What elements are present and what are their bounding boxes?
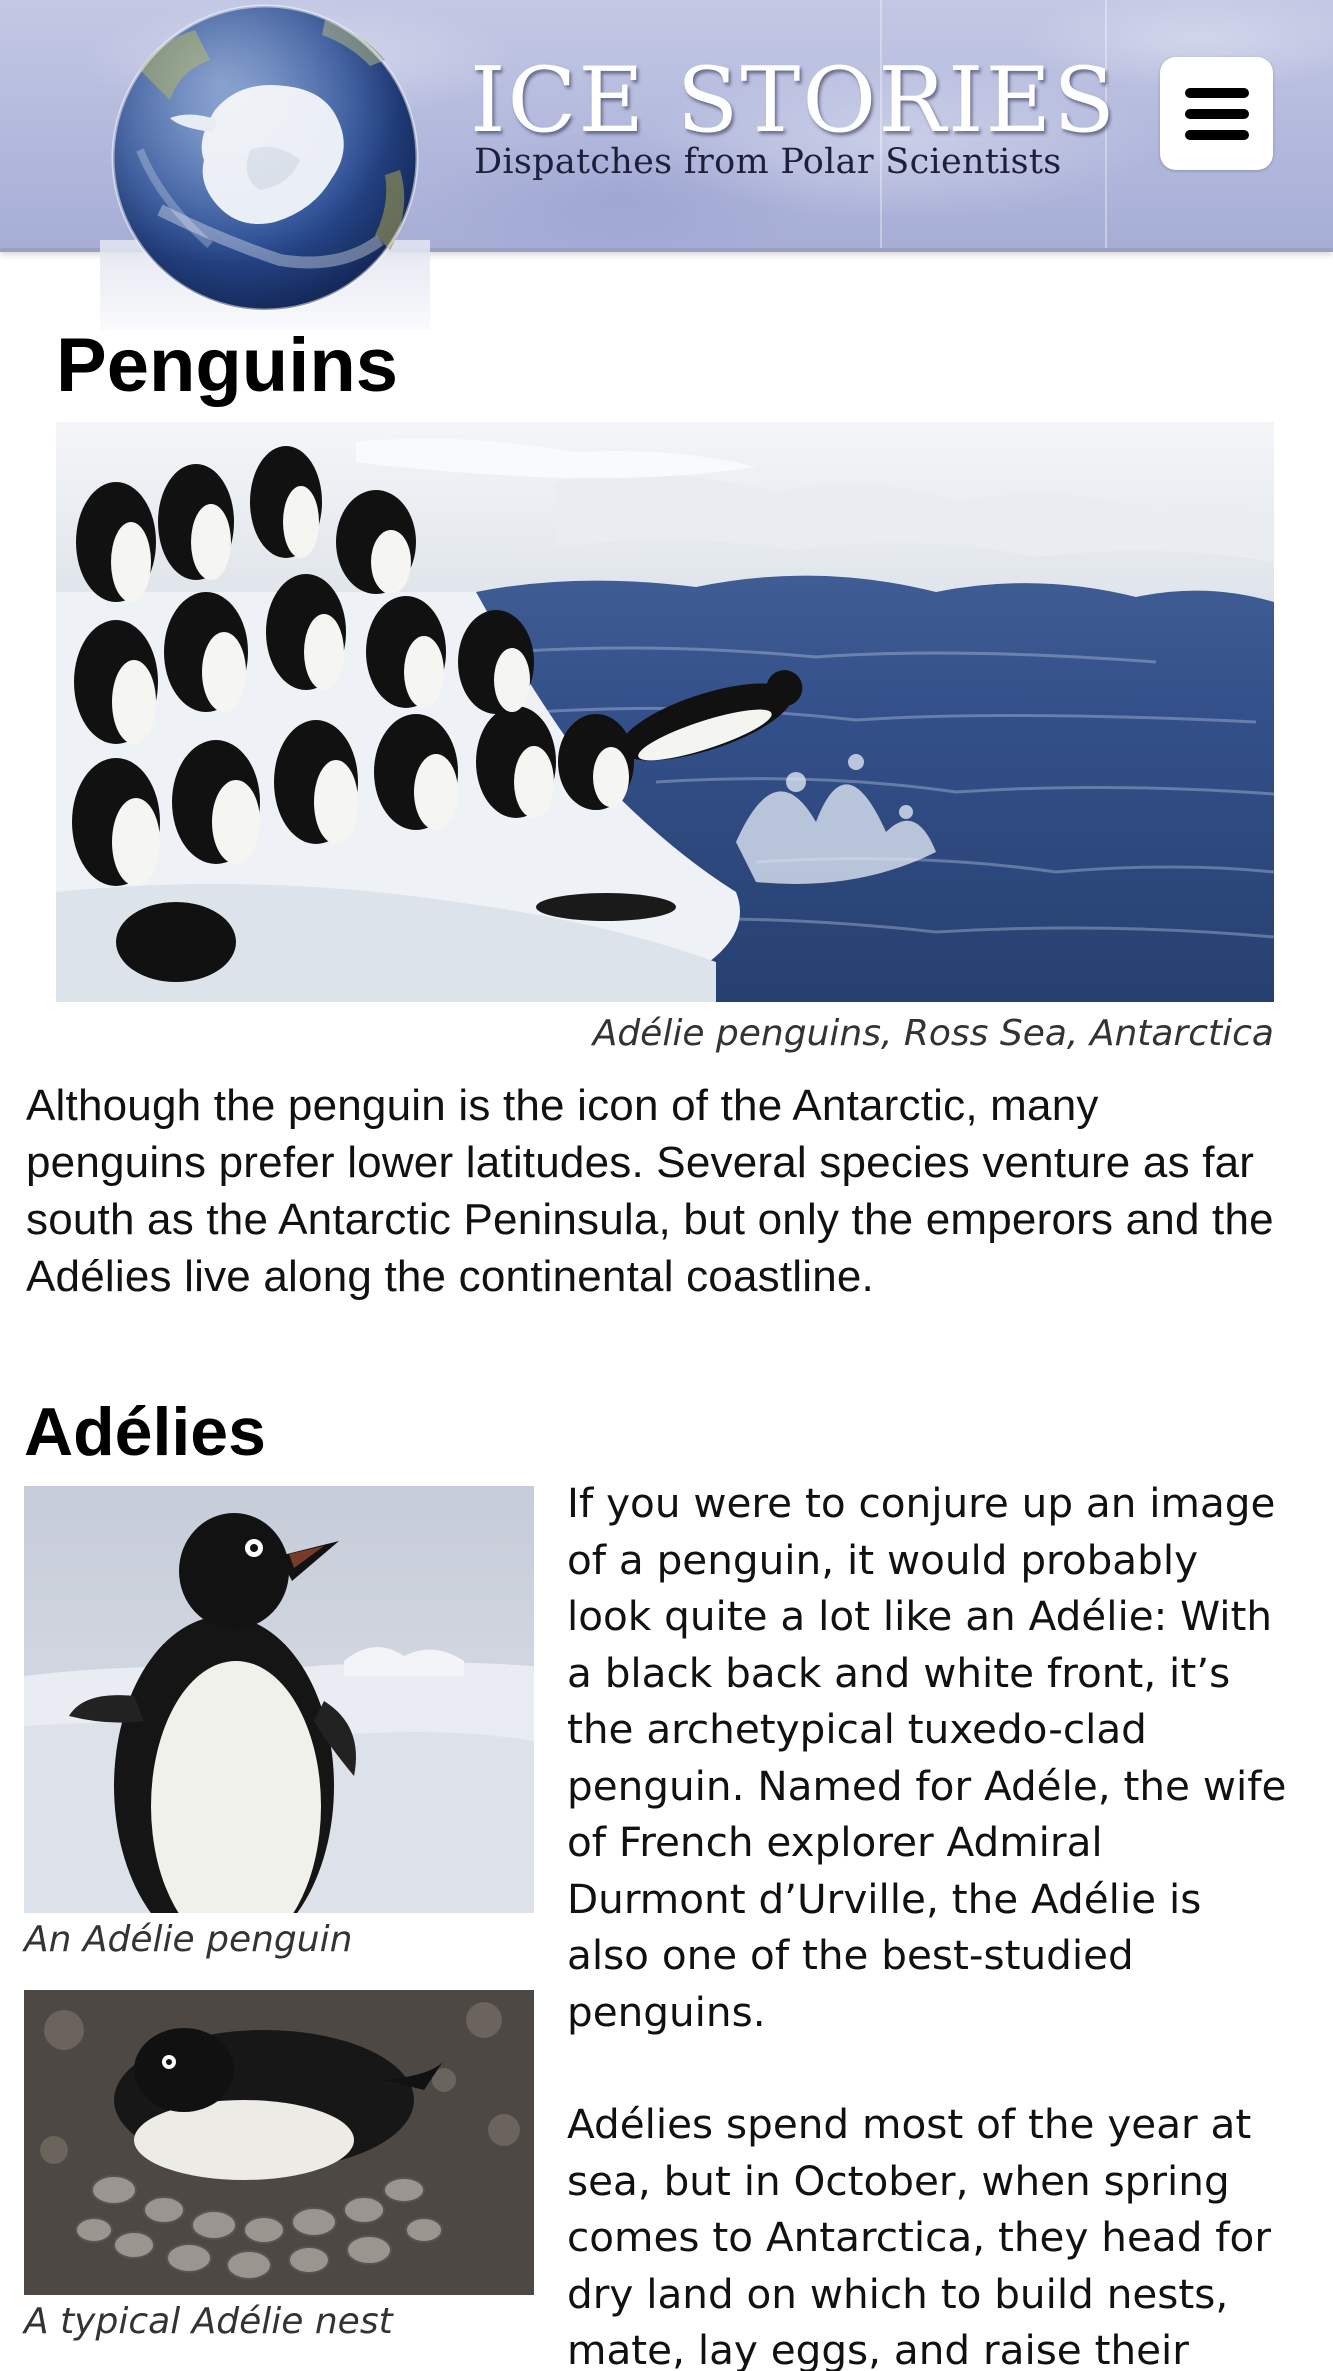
intro-paragraph: Although the penguin is the icon of the …	[26, 1081, 1274, 1301]
hero-image-caption: Adélie penguins, Ross Sea, Antarctica	[592, 1013, 1274, 1054]
adelie-penguin-image	[24, 1486, 534, 1913]
site-subtitle: Dispatches from Polar Scientists	[474, 142, 1062, 182]
adelie-penguin-caption: An Adélie penguin	[24, 1919, 353, 1960]
hamburger-menu-icon	[1184, 87, 1249, 98]
site-title[interactable]: ICE STORIES	[470, 56, 1115, 146]
hamburger-menu-icon	[1184, 129, 1249, 140]
adelie-nest-caption: A typical Adélie nest	[24, 2301, 393, 2342]
adelies-paragraph-2: Adélies spend most of the year at sea, b…	[567, 2100, 1271, 2371]
page-title: Penguins	[56, 323, 399, 408]
hamburger-menu-icon	[1184, 108, 1249, 119]
penguins-photo	[56, 422, 1274, 1002]
hero-image-adelie-penguins	[56, 422, 1274, 1002]
menu-button[interactable]	[1160, 57, 1273, 170]
antarctica-globe-logo[interactable]	[100, 0, 430, 330]
adelies-article-text: If you were to conjure up an image of a …	[567, 1475, 1287, 2371]
adelie-nest-photo	[24, 1990, 534, 2295]
globe-icon	[111, 4, 419, 312]
adelie-penguin-photo	[24, 1486, 534, 1913]
section-heading-adelies: Adélies	[24, 1394, 266, 1470]
adelie-nest-image	[24, 1990, 534, 2295]
adelies-paragraph-1: If you were to conjure up an image of a …	[567, 1479, 1287, 2036]
